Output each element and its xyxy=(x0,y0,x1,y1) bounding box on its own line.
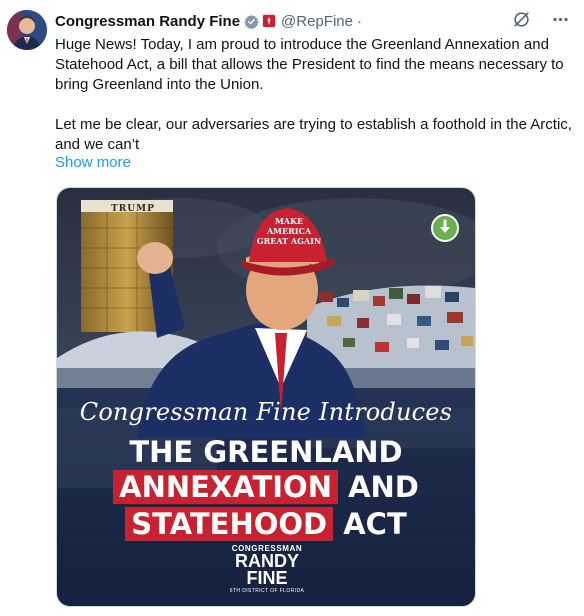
headline-and: AND xyxy=(348,470,419,504)
tower-sign: TRUMP xyxy=(111,204,155,214)
tweet-header: Congressman Randy Fine @RepFine · xyxy=(55,11,362,31)
avatar[interactable] xyxy=(7,10,47,50)
more-icon[interactable] xyxy=(551,10,570,34)
media-headline-line3: STATEHOOD ACT xyxy=(57,507,475,541)
hat-text: MAKE AMERICA GREAT AGAIN xyxy=(256,216,322,246)
download-icon[interactable] xyxy=(431,214,459,242)
tweet-paragraph-2: Let me be clear, our adversaries are try… xyxy=(55,116,572,153)
verified-badge-icon[interactable] xyxy=(244,14,259,29)
tweet-paragraph-1: Huge News! Today, I am proud to introduc… xyxy=(55,36,564,93)
logo-name-last: FINE xyxy=(246,568,288,588)
headline-act: ACT xyxy=(343,507,407,541)
media-script-title: Congressman Fine Introduces xyxy=(79,398,453,426)
separator-dot: · xyxy=(356,12,362,30)
media-headline-line1: THE GREENLAND xyxy=(129,435,403,469)
tweet-media[interactable]: TRUMP MAKE AMERICA GREAT AGAIN Congressm… xyxy=(56,187,476,607)
highlight-statehood: STATEHOOD xyxy=(125,507,334,541)
grok-icon[interactable] xyxy=(512,10,531,34)
media-headline-line2: ANNEXATION AND xyxy=(57,470,475,504)
logo-district: 6TH DISTRICT OF FLORIDA xyxy=(229,588,305,594)
highlight-annexation: ANNEXATION xyxy=(113,470,338,504)
us-flag-badge-icon[interactable] xyxy=(262,14,277,28)
randy-fine-logo: CONGRESSMAN RANDY FINE 6TH DISTRICT OF F… xyxy=(227,544,307,594)
tweet[interactable]: Congressman Randy Fine @RepFine · Huge N… xyxy=(0,0,584,616)
author-name[interactable]: Congressman Randy Fine xyxy=(55,13,240,30)
tweet-header-actions xyxy=(512,10,570,34)
author-handle[interactable]: @RepFine xyxy=(281,13,353,30)
tweet-text: Huge News! Today, I am proud to introduc… xyxy=(55,35,575,155)
show-more-link[interactable]: Show more xyxy=(55,154,131,171)
avatar-image xyxy=(7,10,47,50)
